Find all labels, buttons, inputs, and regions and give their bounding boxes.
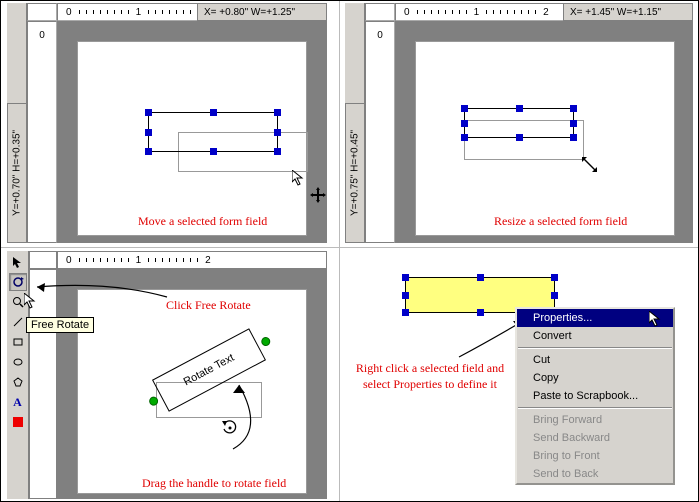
ruler-tick-label: 0 xyxy=(66,255,72,266)
resize-handle-ne[interactable] xyxy=(551,274,558,281)
resize-handle-n[interactable] xyxy=(477,274,484,281)
resize-handle-s[interactable] xyxy=(516,134,523,141)
divider-vertical xyxy=(339,1,340,501)
resize-handle-nw[interactable] xyxy=(145,109,152,116)
ruler-vertical: 0 xyxy=(27,21,57,243)
caption-click-rotate: Click Free Rotate xyxy=(166,298,251,313)
ruler-tick-label: 1 xyxy=(136,7,142,18)
ruler-origin xyxy=(27,3,57,21)
resize-handle-nw[interactable] xyxy=(461,105,468,112)
page: Resize a selected form field xyxy=(415,41,675,236)
free-rotate-tool-button[interactable] xyxy=(9,273,27,291)
page: Move a selected form field xyxy=(77,41,307,236)
caption-properties: Right click a selected field and select … xyxy=(345,361,515,392)
menu-item-properties[interactable]: Properties... xyxy=(517,309,673,327)
coordinate-readout-y: Y=+0.75" H=+0.45" xyxy=(345,103,365,243)
resize-handle-e[interactable] xyxy=(570,120,577,127)
caption-resize: Resize a selected form field xyxy=(494,214,627,229)
text-tool-button[interactable]: A xyxy=(9,393,27,411)
canvas[interactable]: Rotate Text Click Free Rotate Drag the h… xyxy=(57,269,327,499)
menu-item-cut[interactable]: Cut xyxy=(517,351,673,369)
panel-move: 0 1 2 X= +0.80" W=+1.25" 0 Y=+0.70" H=+0… xyxy=(7,3,327,243)
selected-field[interactable] xyxy=(148,112,278,152)
page: Rotate Text Click Free Rotate Drag the h… xyxy=(77,289,307,494)
divider-horizontal xyxy=(1,247,698,248)
ruler-tick-label: 0 xyxy=(66,7,72,18)
panel-properties: Right click a selected field and select … xyxy=(345,251,695,499)
rotate-handle[interactable] xyxy=(260,335,272,347)
ruler-tick-label: 0 xyxy=(39,30,45,41)
panel-resize: 0 1 2 X= +1.45" W=+1.15" 0 Y=+0.75" H=+0… xyxy=(345,3,693,243)
resize-handle-w[interactable] xyxy=(402,292,409,299)
pointer-tool-button[interactable] xyxy=(9,253,27,271)
resize-handle-s[interactable] xyxy=(210,148,217,155)
menu-item-bring-to-front: Bring to Front xyxy=(517,447,673,465)
resize-handle-s[interactable] xyxy=(477,309,484,316)
resize-handle-se[interactable] xyxy=(570,134,577,141)
tool-palette: A xyxy=(7,251,29,499)
rect-tool-button[interactable] xyxy=(9,333,27,351)
ruler-tick-label: 0 xyxy=(404,7,410,18)
zoom-tool-button[interactable] xyxy=(9,293,27,311)
menu-separator xyxy=(518,407,672,409)
resize-handle-sw[interactable] xyxy=(145,148,152,155)
menu-item-send-to-back: Send to Back xyxy=(517,465,673,483)
ruler-tick-label: 1 xyxy=(136,255,142,266)
canvas[interactable]: Move a selected form field xyxy=(57,21,327,243)
tooltip-free-rotate: Free Rotate xyxy=(26,317,94,333)
canvas[interactable]: Resize a selected form field xyxy=(395,21,693,243)
context-menu[interactable]: Properties... Convert Cut Copy Paste to … xyxy=(515,307,675,485)
cursor-arrow-icon xyxy=(292,170,308,186)
ruler-tick-label: 2 xyxy=(205,255,211,266)
resize-handle-e[interactable] xyxy=(551,292,558,299)
resize-handle-se[interactable] xyxy=(274,148,281,155)
resize-handle-w[interactable] xyxy=(461,120,468,127)
selected-field[interactable] xyxy=(464,108,574,138)
coordinate-readout-x: X= +0.80" W=+1.25" xyxy=(197,3,327,21)
fill-tool-button[interactable] xyxy=(9,413,27,431)
ruler-tick-label: 1 xyxy=(474,7,480,18)
resize-handle-w[interactable] xyxy=(145,129,152,136)
resize-handle-nw[interactable] xyxy=(402,274,409,281)
resize-handle-ne[interactable] xyxy=(274,109,281,116)
panel-rotate: A 0 1 2 Rotate Text Click Free Rot xyxy=(7,251,327,499)
line-tool-button[interactable] xyxy=(9,313,27,331)
resize-handle-e[interactable] xyxy=(274,129,281,136)
coordinate-readout-x: X= +1.45" W=+1.15" xyxy=(563,3,693,21)
ruler-tick-label: 2 xyxy=(543,7,549,18)
ruler-origin xyxy=(29,251,57,269)
ruler-tick-label: 0 xyxy=(377,30,383,41)
resize-handle-sw[interactable] xyxy=(402,309,409,316)
menu-item-send-backward: Send Backward xyxy=(517,429,673,447)
resize-handle-n[interactable] xyxy=(516,105,523,112)
menu-item-convert[interactable]: Convert xyxy=(517,327,673,345)
menu-item-paste-to-scrapbook[interactable]: Paste to Scrapbook... xyxy=(517,387,673,405)
menu-item-bring-forward: Bring Forward xyxy=(517,411,673,429)
caption-move: Move a selected form field xyxy=(138,214,267,229)
caption-drag-rotate: Drag the handle to rotate field xyxy=(142,476,286,491)
ruler-origin xyxy=(365,3,395,21)
ruler-horizontal: 0 1 2 xyxy=(57,251,327,269)
menu-item-copy[interactable]: Copy xyxy=(517,369,673,387)
move-icon xyxy=(310,187,326,203)
ruler-vertical xyxy=(29,269,57,499)
ellipse-tool-button[interactable] xyxy=(9,353,27,371)
resize-handle-ne[interactable] xyxy=(570,105,577,112)
polygon-tool-button[interactable] xyxy=(9,373,27,391)
coordinate-readout-y: Y=+0.70" H=+0.35" xyxy=(7,103,27,243)
ruler-vertical: 0 xyxy=(365,21,395,243)
resize-handle-sw[interactable] xyxy=(461,134,468,141)
resize-handle-n[interactable] xyxy=(210,109,217,116)
menu-separator xyxy=(518,347,672,349)
